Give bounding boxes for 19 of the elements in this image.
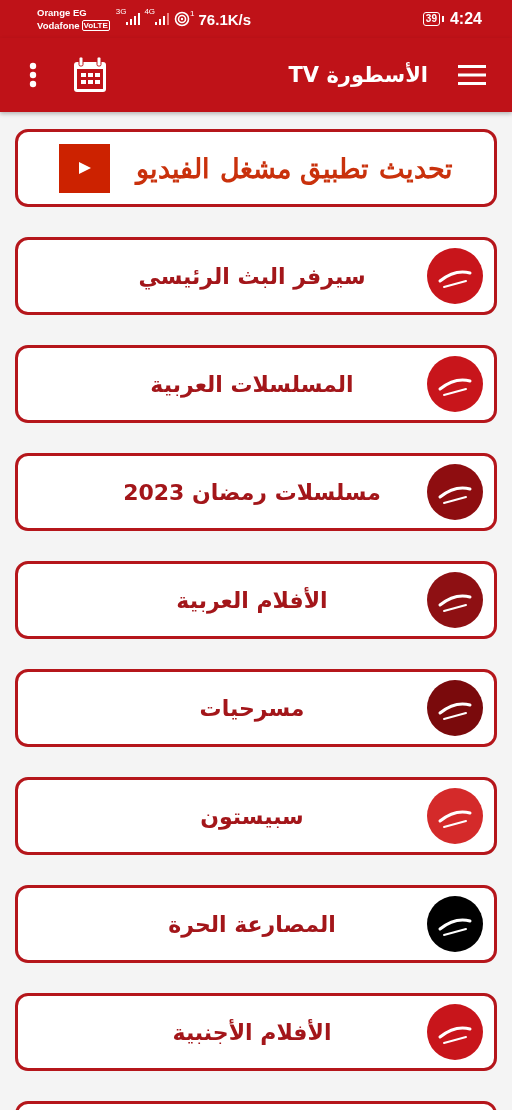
category-item[interactable]: المسلسلات العربية xyxy=(15,345,497,423)
network-type: 3G xyxy=(115,7,127,16)
category-item[interactable]: سيرفر البث الرئيسي xyxy=(15,237,497,315)
network-speed: 76.1K/s xyxy=(198,10,252,28)
category-item[interactable]: المصارعة الحرة xyxy=(15,885,497,963)
update-player-banner[interactable]: تحديث تطبيق مشغل الفيديو xyxy=(15,129,497,207)
category-item[interactable]: الأفلام الأجنبية xyxy=(15,993,497,1071)
battery-level: 39 xyxy=(422,12,440,26)
clock-time: 4:24 xyxy=(449,10,482,28)
category-item[interactable]: مسرحيات xyxy=(15,669,497,747)
app-title: الأسطورة TV xyxy=(287,63,428,87)
network-type: 4G xyxy=(144,7,156,16)
category-item[interactable]: الأفلام العربية xyxy=(15,561,497,639)
category-item[interactable]: سبيستون xyxy=(15,777,497,855)
carrier-name: Vodafone xyxy=(37,19,80,32)
carrier-name: Orange EG xyxy=(37,6,88,19)
volte-badge: VoLTE xyxy=(81,20,110,31)
hotspot-count: 1 xyxy=(190,9,195,18)
category-item[interactable]: مسلسلات رمضان 2023 xyxy=(15,453,497,531)
